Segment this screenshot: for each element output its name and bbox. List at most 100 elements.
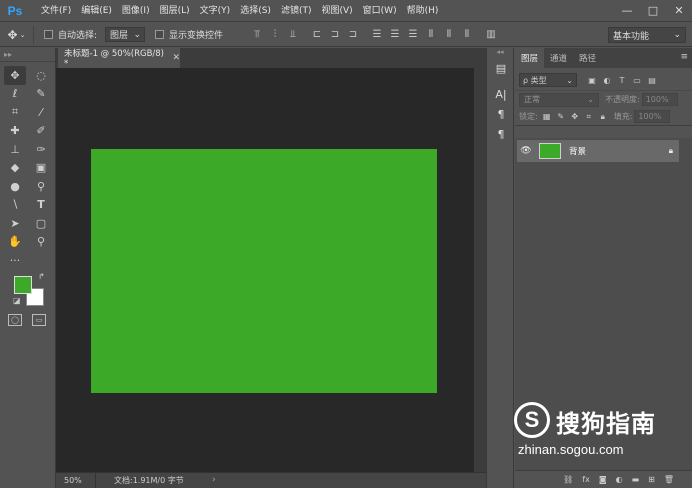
align-right-icon[interactable]: ⊐ xyxy=(346,27,360,41)
filter-smart-icon[interactable]: ▤ xyxy=(647,75,657,85)
history-brush-tool-icon[interactable]: ✑ xyxy=(30,140,52,159)
align-top-icon[interactable]: ⫪ xyxy=(250,27,264,41)
tab-channels[interactable]: 通道 xyxy=(544,48,573,68)
minimize-button[interactable]: — xyxy=(614,0,640,20)
distribute-right-icon[interactable]: ⦀ xyxy=(460,27,474,41)
eye-icon[interactable]: 👁︎ xyxy=(517,146,535,156)
lock-all-icon[interactable]: 🔒︎ xyxy=(598,112,608,122)
chevron-right-icon[interactable]: › xyxy=(212,475,216,485)
auto-select-value: 图层 xyxy=(110,31,129,41)
zoom-level[interactable]: 50% xyxy=(56,472,96,488)
layer-style-icon[interactable]: fx xyxy=(582,475,590,484)
layer-row[interactable]: 👁︎ 背景 🔒︎ xyxy=(517,140,679,162)
screen-mode-icon[interactable]: ▭ xyxy=(32,314,46,326)
move-icon[interactable]: ✥ ⌄ xyxy=(0,25,34,44)
link-layers-icon[interactable]: ⛓︎ xyxy=(563,475,573,484)
vertical-scrollbar[interactable] xyxy=(474,68,486,472)
filter-pixel-icon[interactable]: ▣ xyxy=(587,75,597,85)
lock-artboard-icon[interactable]: ⌗ xyxy=(584,112,594,122)
quick-mask-icon[interactable]: ◯ xyxy=(8,314,22,326)
menu-window[interactable]: 窗口(W) xyxy=(358,0,402,22)
watermark-url: zhinan.sogou.com xyxy=(518,442,624,457)
menu-filter[interactable]: 滤镜(T) xyxy=(276,0,317,22)
layer-filter-dropdown[interactable]: ρ 类型 ⌄ xyxy=(519,73,577,87)
eraser-tool-icon[interactable]: ◆ xyxy=(4,159,26,178)
menu-layer[interactable]: 图层(L) xyxy=(155,0,195,22)
swap-colors-icon[interactable]: ↱ xyxy=(38,272,45,281)
menu-edit[interactable]: 编辑(E) xyxy=(76,0,117,22)
document-tab[interactable]: 未标题-1 @ 50%(RGB/8) * ✕ xyxy=(58,48,180,69)
brush-tool-icon[interactable]: ✐ xyxy=(30,122,52,141)
more-tools-icon[interactable]: ··· xyxy=(4,251,26,270)
align-vcenter-icon[interactable]: ⫶ xyxy=(268,27,282,41)
eyedropper-tool-icon[interactable]: ⁄ xyxy=(30,103,52,122)
clone-stamp-tool-icon[interactable]: ⊥ xyxy=(4,140,26,159)
align-hcenter-icon[interactable]: ⊐ xyxy=(328,27,342,41)
distribute-top-icon[interactable]: ☰ xyxy=(370,27,384,41)
tab-paths[interactable]: 路径 xyxy=(573,48,602,68)
lock-pixels-icon[interactable]: ✎ xyxy=(556,112,566,122)
lock-transparency-icon[interactable]: ▦ xyxy=(542,112,552,122)
filter-shape-icon[interactable]: ▭ xyxy=(632,75,642,85)
filter-adjustment-icon[interactable]: ◐ xyxy=(602,75,612,85)
blend-mode-dropdown[interactable]: 正常 ⌄ xyxy=(519,92,599,107)
close-icon[interactable]: ✕ xyxy=(172,53,180,63)
distribute-bottom-icon[interactable]: ☰ xyxy=(406,27,420,41)
lock-icon[interactable]: 🔒︎ xyxy=(669,146,673,156)
close-button[interactable]: ✕ xyxy=(666,0,692,20)
show-transform-checkbox[interactable] xyxy=(155,30,165,39)
shape-tool-icon[interactable]: ▢ xyxy=(30,214,52,233)
adjustment-layer-icon[interactable]: ◐ xyxy=(616,475,623,484)
menu-select[interactable]: 选择(S) xyxy=(235,0,276,22)
zoom-tool-icon[interactable]: ⚲ xyxy=(30,233,52,252)
auto-select-dropdown[interactable]: 图层 ⌄ xyxy=(105,27,146,42)
lasso-tool-icon[interactable]: ℓ xyxy=(4,85,26,104)
menu-type[interactable]: 文字(Y) xyxy=(195,0,236,22)
marquee-tool-icon[interactable]: ◌ xyxy=(30,66,52,85)
panel-grip-icon[interactable]: ◂◂ xyxy=(487,48,513,58)
layer-mask-icon[interactable]: ◙ xyxy=(599,475,607,484)
quick-select-tool-icon[interactable]: ✎ xyxy=(30,85,52,104)
auto-align-icon[interactable]: ▥ xyxy=(484,27,498,41)
foreground-color-swatch[interactable] xyxy=(14,276,32,294)
delete-layer-icon[interactable]: 🗑︎ xyxy=(664,475,674,484)
paragraph-panel-icon[interactable]: ¶ xyxy=(487,124,515,144)
auto-select-checkbox[interactable] xyxy=(44,30,53,39)
opacity-input[interactable]: 100% xyxy=(641,93,678,106)
healing-brush-tool-icon[interactable]: ✚ xyxy=(4,122,26,141)
distribute-vcenter-icon[interactable]: ☰ xyxy=(388,27,402,41)
align-bottom-icon[interactable]: ⫫ xyxy=(286,27,300,41)
menu-view[interactable]: 视图(V) xyxy=(316,0,357,22)
dodge-tool-icon[interactable]: ⚲ xyxy=(30,177,52,196)
history-panel-icon[interactable]: ▤ xyxy=(487,58,515,78)
paragraph-styles-icon[interactable]: ¶ xyxy=(487,104,515,124)
maximize-button[interactable]: □ xyxy=(640,0,666,20)
menu-file[interactable]: 文件(F) xyxy=(36,0,76,22)
tab-layers[interactable]: 图层 xyxy=(515,48,545,68)
align-left-icon[interactable]: ⊏ xyxy=(310,27,324,41)
menu-help[interactable]: 帮助(H) xyxy=(402,0,444,22)
character-panel-icon[interactable]: A| xyxy=(487,84,515,104)
distribute-hcenter-icon[interactable]: ⦀ xyxy=(442,27,456,41)
move-tool-icon[interactable]: ✥ xyxy=(4,66,26,85)
workspace-dropdown[interactable]: 基本功能 ⌄ xyxy=(608,27,686,43)
lock-position-icon[interactable]: ✥ xyxy=(570,112,580,122)
fill-input[interactable]: 100% xyxy=(634,110,671,123)
type-tool-icon[interactable]: T xyxy=(30,196,52,215)
filter-type-icon[interactable]: T xyxy=(617,75,627,85)
path-select-tool-icon[interactable]: ➤ xyxy=(4,214,26,233)
crop-tool-icon[interactable]: ⌗ xyxy=(4,103,26,122)
panel-grip-icon[interactable]: ▸▸ xyxy=(0,48,55,62)
document-canvas[interactable] xyxy=(91,149,437,393)
default-colors-icon[interactable]: ◪ xyxy=(13,296,21,305)
menu-image[interactable]: 图像(I) xyxy=(117,0,155,22)
document-tab-title: 未标题-1 @ 50%(RGB/8) * xyxy=(64,49,164,69)
distribute-left-icon[interactable]: ⦀ xyxy=(424,27,438,41)
pen-tool-icon[interactable]: ∖ xyxy=(4,196,26,215)
hand-tool-icon[interactable]: ✋ xyxy=(4,233,26,252)
blur-tool-icon[interactable]: ● xyxy=(4,177,26,196)
panel-menu-icon[interactable]: ≡ xyxy=(680,52,688,62)
gradient-tool-icon[interactable]: ▣ xyxy=(30,159,52,178)
new-layer-icon[interactable]: ⊞ xyxy=(648,475,655,484)
new-group-icon[interactable]: ▬ xyxy=(632,475,640,484)
